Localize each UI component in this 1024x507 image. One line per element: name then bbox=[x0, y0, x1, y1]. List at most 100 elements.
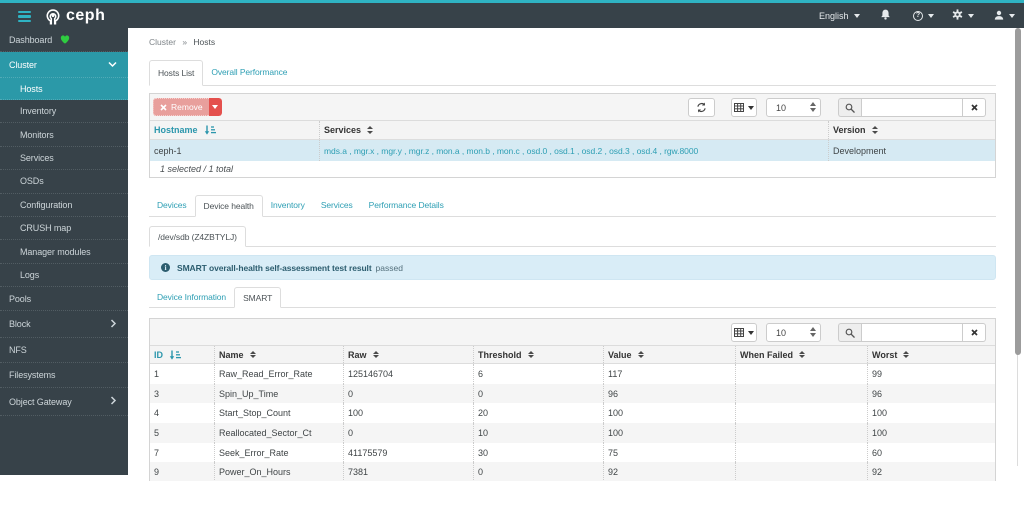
cell-threshold: 6 bbox=[473, 364, 603, 384]
cell-hostname: ceph-1 bbox=[154, 145, 182, 156]
cell-worst: 100 bbox=[867, 403, 995, 424]
remove-dropdown-toggle[interactable] bbox=[208, 98, 222, 116]
sidebar-item-osds[interactable]: OSDs bbox=[0, 170, 128, 194]
search-input[interactable] bbox=[861, 98, 963, 117]
columns-dropdown-button[interactable] bbox=[731, 98, 757, 117]
search-addon bbox=[838, 323, 861, 342]
column-label: Hostname bbox=[154, 125, 198, 135]
page-size-input[interactable]: 10 bbox=[766, 323, 821, 342]
refresh-button[interactable] bbox=[688, 98, 715, 117]
smart-row[interactable]: 3 Spin_Up_Time 0 0 96 96 bbox=[150, 383, 995, 404]
column-label: Worst bbox=[872, 349, 898, 360]
smart-row[interactable]: 1 Raw_Read_Error_Rate 125146704 6 117 99 bbox=[150, 364, 995, 384]
column-header-threshold[interactable]: Threshold bbox=[473, 346, 603, 363]
column-header-version[interactable]: Version bbox=[828, 121, 995, 139]
info-circle-icon: i bbox=[161, 263, 170, 272]
cell-when-failed bbox=[735, 442, 867, 463]
table-columns-icon bbox=[734, 328, 744, 337]
cell-raw: 100 bbox=[343, 403, 473, 424]
sidebar-item-dashboard[interactable]: Dashboard bbox=[0, 28, 128, 52]
column-header-id[interactable]: ID bbox=[150, 346, 214, 363]
chevron-down-icon bbox=[108, 60, 117, 70]
ceph-brand[interactable]: ceph bbox=[43, 5, 105, 27]
cell-raw: 0 bbox=[343, 383, 473, 404]
column-header-name[interactable]: Name bbox=[214, 346, 343, 363]
tab-performance-details[interactable]: Performance Details bbox=[361, 194, 452, 216]
search-clear-button[interactable] bbox=[963, 323, 986, 342]
tab-device-health[interactable]: Device health bbox=[194, 195, 263, 217]
cell-name: Seek_Error_Rate bbox=[214, 442, 343, 463]
notifications-button[interactable] bbox=[880, 3, 891, 28]
smart-row[interactable]: 4 Start_Stop_Count 100 20 100 100 bbox=[150, 403, 995, 424]
search-addon bbox=[838, 98, 861, 117]
number-spinner[interactable] bbox=[810, 327, 816, 337]
smart-table-header: ID Name Raw Threshold Value When Failed … bbox=[150, 346, 995, 364]
breadcrumb-section[interactable]: Cluster bbox=[149, 37, 176, 47]
tab-device-information[interactable]: Device Information bbox=[149, 286, 234, 307]
hosts-table-panel: Remove 10 Hostname Services Version ceph… bbox=[149, 93, 996, 178]
remove-button[interactable]: Remove bbox=[153, 98, 222, 116]
sidebar-item-filesystems[interactable]: Filesystems bbox=[0, 363, 128, 389]
number-spinner[interactable] bbox=[810, 102, 816, 112]
tab-inventory[interactable]: Inventory bbox=[263, 194, 313, 216]
cell-services[interactable]: mds.a , mgr.x , mgr.y , mgr.z , mon.a , … bbox=[319, 140, 828, 161]
tab-smart[interactable]: SMART bbox=[234, 287, 282, 308]
tab-overall-performance[interactable]: Overall Performance bbox=[203, 59, 295, 85]
sidebar-item-nfs[interactable]: NFS bbox=[0, 338, 128, 364]
sidebar-item-services[interactable]: Services bbox=[0, 147, 128, 171]
sidebar-item-label: Manager modules bbox=[20, 246, 91, 257]
hosts-table-toolbar: Remove 10 bbox=[150, 94, 995, 121]
cell-value: 92 bbox=[603, 462, 735, 481]
tab-devices[interactable]: Devices bbox=[149, 194, 195, 216]
gear-icon bbox=[952, 9, 963, 22]
language-dropdown[interactable]: English bbox=[819, 3, 860, 28]
column-header-value[interactable]: Value bbox=[603, 346, 735, 363]
sidebar-item-pools[interactable]: Pools bbox=[0, 287, 128, 312]
language-label: English bbox=[819, 10, 849, 21]
column-header-worst[interactable]: Worst bbox=[867, 346, 995, 363]
help-dropdown[interactable]: ? bbox=[913, 3, 934, 28]
tab-services[interactable]: Services bbox=[313, 194, 361, 216]
smart-row[interactable]: 5 Reallocated_Sector_Ct 0 10 100 100 bbox=[150, 423, 995, 443]
smart-row[interactable]: 7 Seek_Error_Rate 41175579 30 75 60 bbox=[150, 442, 995, 463]
sidebar-item-monitors[interactable]: Monitors bbox=[0, 123, 128, 147]
sidebar-item-label: Hosts bbox=[20, 83, 43, 94]
search-input[interactable] bbox=[861, 323, 963, 342]
sidebar-item-logs[interactable]: Logs bbox=[0, 264, 128, 288]
sidebar-item-label: Object Gateway bbox=[9, 396, 72, 407]
tab-hosts-list[interactable]: Hosts List bbox=[149, 60, 204, 86]
sidebar-item-label: Configuration bbox=[20, 199, 73, 210]
settings-dropdown[interactable] bbox=[952, 3, 974, 28]
chevron-right-icon bbox=[110, 319, 117, 330]
column-label: Services bbox=[324, 125, 362, 135]
host-row-selected[interactable]: ceph-1 mds.a , mgr.x , mgr.y , mgr.z , m… bbox=[150, 140, 995, 161]
column-header-hostname[interactable]: Hostname bbox=[150, 121, 319, 139]
x-icon bbox=[970, 329, 978, 336]
cell-id: 4 bbox=[154, 408, 160, 419]
sidebar-item-crush-map[interactable]: CRUSH map bbox=[0, 217, 128, 241]
hamburger-menu-icon[interactable] bbox=[18, 11, 31, 22]
columns-dropdown-button[interactable] bbox=[731, 323, 757, 342]
page-size-input[interactable]: 10 bbox=[766, 98, 821, 117]
sidebar-item-manager-modules[interactable]: Manager modules bbox=[0, 240, 128, 264]
column-header-services[interactable]: Services bbox=[319, 121, 828, 139]
hosts-table-header: Hostname Services Version bbox=[150, 121, 995, 140]
user-dropdown[interactable] bbox=[994, 3, 1015, 28]
sidebar-item-object-gateway[interactable]: Object Gateway bbox=[0, 388, 128, 417]
sidebar-item-label: Services bbox=[20, 152, 54, 163]
sidebar-item-hosts[interactable]: Hosts bbox=[0, 78, 128, 100]
smart-row[interactable]: 9 Power_On_Hours 7381 0 92 92 bbox=[150, 462, 995, 481]
column-header-raw[interactable]: Raw bbox=[343, 346, 473, 363]
search-clear-button[interactable] bbox=[963, 98, 986, 117]
scrollbar-thumb[interactable] bbox=[1015, 28, 1021, 355]
smart-health-alert: i SMART overall-health self-assessment t… bbox=[149, 255, 996, 280]
cell-raw: 7381 bbox=[343, 462, 473, 481]
tab-dev-sdb[interactable]: /dev/sdb (Z4ZBTYLJ) bbox=[149, 226, 246, 247]
sidebar-item-cluster[interactable]: Cluster bbox=[0, 52, 128, 78]
sidebar-item-block[interactable]: Block bbox=[0, 311, 128, 339]
sidebar-item-inventory[interactable]: Inventory bbox=[0, 100, 128, 124]
sidebar-item-configuration[interactable]: Configuration bbox=[0, 194, 128, 217]
x-icon bbox=[160, 103, 167, 111]
column-header-when-failed[interactable]: When Failed bbox=[735, 346, 867, 363]
search-icon bbox=[845, 103, 855, 113]
